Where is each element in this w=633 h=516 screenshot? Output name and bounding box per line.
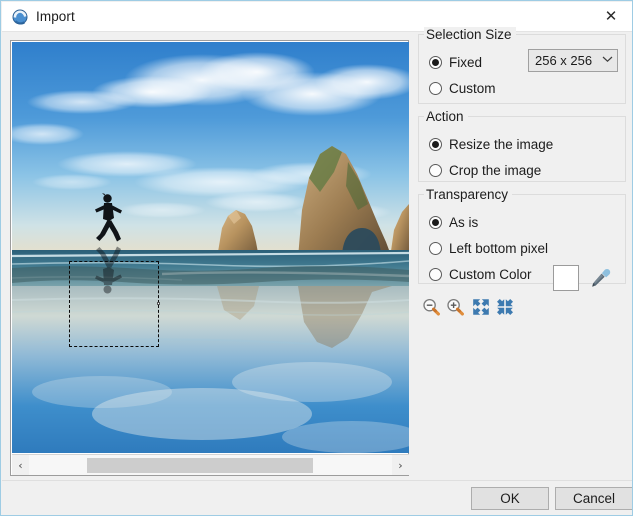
options-panel: Selection Size Fixed Custom 256 x 256 Ac… (418, 27, 626, 322)
transparency-title: Transparency (424, 187, 513, 202)
radio-resize-image-label: Resize the image (449, 136, 554, 152)
radio-crop-image-label: Crop the image (449, 162, 542, 178)
size-dropdown[interactable]: 256 x 256 (528, 49, 618, 72)
view-tools-toolbar (418, 296, 626, 322)
selection-rectangle[interactable] (69, 261, 160, 347)
radio-custom-color[interactable]: Custom Color (427, 263, 617, 291)
action-title: Action (424, 109, 468, 124)
chevron-down-icon (597, 55, 617, 66)
dialog-footer: OK Cancel (2, 481, 632, 515)
scrollbar-track[interactable] (29, 455, 392, 475)
action-group: Action Resize the image Crop the image (418, 109, 626, 182)
window-title: Import (36, 9, 75, 24)
radio-left-bottom-pixel-label: Left bottom pixel (449, 240, 549, 256)
actual-size-icon[interactable] (494, 296, 516, 318)
title-bar: Import ✕ (2, 2, 632, 32)
radio-custom-size-indicator[interactable] (429, 81, 442, 95)
radio-as-is-indicator[interactable] (429, 215, 442, 229)
transparency-group: Transparency As is Left bottom pixel Cus… (418, 187, 626, 291)
preview-image (12, 42, 409, 453)
radio-custom-size-label: Custom (449, 80, 496, 96)
radio-left-bottom-pixel-indicator[interactable] (429, 241, 442, 255)
close-icon: ✕ (604, 7, 618, 25)
scroll-right-icon[interactable]: › (392, 455, 409, 475)
cancel-button[interactable]: Cancel (555, 487, 632, 510)
radio-custom-color-label: Custom Color (449, 266, 532, 282)
close-button[interactable]: ✕ (589, 2, 632, 31)
radio-as-is[interactable]: As is (427, 211, 617, 233)
scrollbar-thumb[interactable] (87, 458, 313, 473)
radio-crop-image-indicator[interactable] (429, 163, 442, 177)
selection-handle-east[interactable] (157, 302, 160, 305)
ok-button[interactable]: OK (471, 487, 549, 510)
selection-size-title: Selection Size (424, 27, 516, 42)
zoom-out-icon[interactable] (420, 296, 442, 318)
scroll-left-icon[interactable]: ‹ (12, 455, 29, 475)
radio-fixed-indicator[interactable] (429, 55, 442, 69)
size-dropdown-value: 256 x 256 (535, 53, 593, 68)
image-canvas[interactable] (12, 42, 409, 453)
selection-size-group: Selection Size Fixed Custom 256 x 256 (418, 27, 626, 104)
zoom-in-icon[interactable] (444, 296, 466, 318)
preview-horizontal-scrollbar[interactable]: ‹ › (12, 454, 409, 475)
radio-resize-image[interactable]: Resize the image (427, 133, 617, 155)
radio-as-is-label: As is (449, 214, 479, 230)
app-globe-icon (12, 9, 29, 26)
radio-resize-image-indicator[interactable] (429, 137, 442, 151)
radio-crop-image[interactable]: Crop the image (427, 159, 617, 181)
custom-color-swatch[interactable] (553, 265, 579, 291)
fit-to-window-icon[interactable] (470, 296, 492, 318)
eyedropper-icon[interactable] (589, 267, 611, 289)
radio-custom-size[interactable]: Custom (427, 77, 617, 99)
radio-fixed-label: Fixed (449, 54, 483, 70)
image-preview-panel: ‹ › (10, 40, 409, 476)
radio-left-bottom-pixel[interactable]: Left bottom pixel (427, 237, 617, 259)
radio-custom-color-indicator[interactable] (429, 267, 442, 281)
import-dialog: Import ✕ ‹ › Selection Size Fixed Custom… (0, 0, 633, 516)
